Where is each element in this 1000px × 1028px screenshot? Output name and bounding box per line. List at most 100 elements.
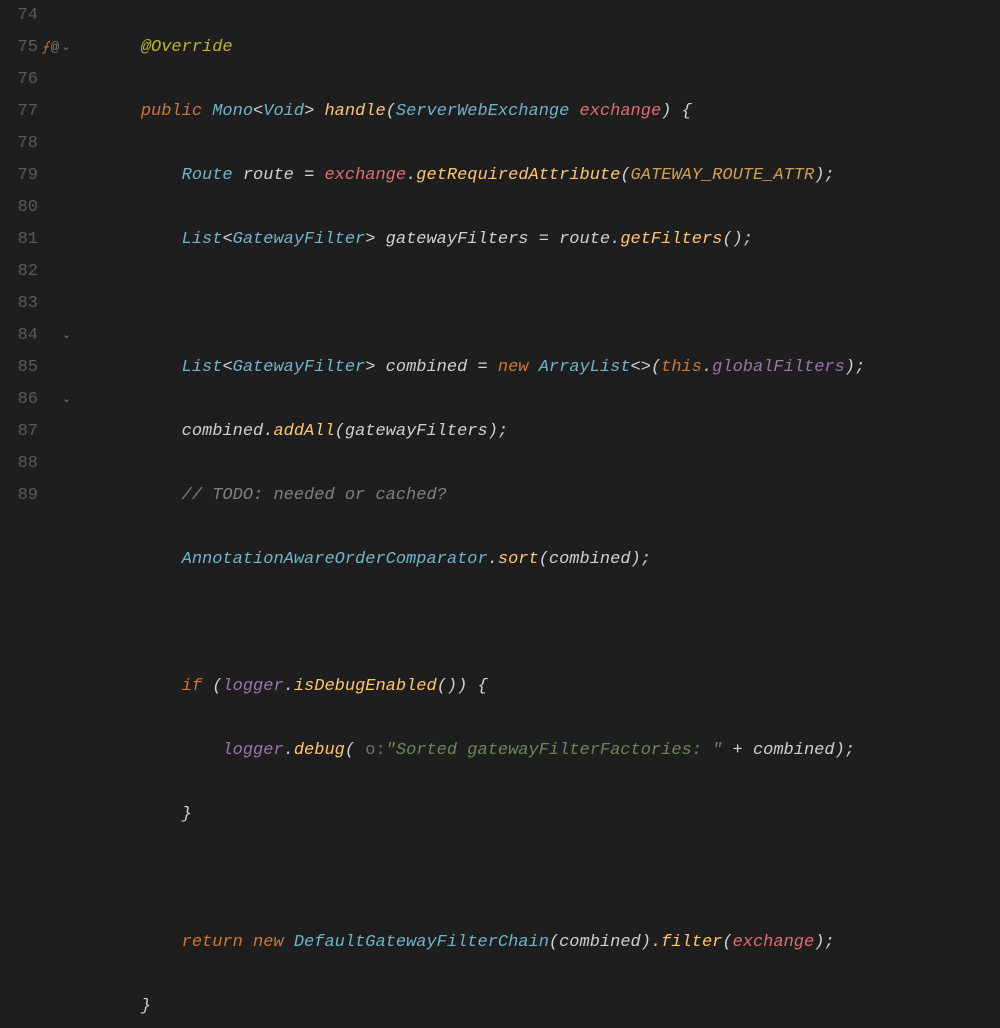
- gutter-row[interactable]: 80: [0, 192, 92, 224]
- method-call: debug: [294, 741, 345, 760]
- keyword: return: [182, 933, 243, 952]
- type: Route: [182, 166, 233, 185]
- line-number: 76: [8, 64, 38, 96]
- method-call: filter: [661, 933, 722, 952]
- line-number: 88: [8, 448, 38, 480]
- type: Mono: [212, 102, 253, 121]
- code-line[interactable]: public Mono<Void> handle(ServerWebExchan…: [100, 96, 1000, 128]
- variable: route: [243, 166, 294, 185]
- type: DefaultGatewayFilterChain: [294, 933, 549, 952]
- fold-icon[interactable]: ⌄: [61, 38, 70, 59]
- argument: exchange: [733, 933, 815, 952]
- brace: }: [141, 997, 151, 1016]
- code-line[interactable]: }: [100, 991, 1000, 1023]
- annotation: @Override: [141, 38, 233, 57]
- implementation-icon[interactable]: ⨍: [42, 36, 49, 60]
- method-call: isDebugEnabled: [294, 677, 437, 696]
- parameter-hint: o:: [365, 741, 385, 760]
- type: GatewayFilter: [233, 230, 366, 249]
- fold-icon[interactable]: ⌄: [62, 326, 71, 347]
- code-line[interactable]: Route route = exchange.getRequiredAttrib…: [100, 160, 1000, 192]
- identifier: logger: [222, 741, 283, 760]
- method-call: getFilters: [620, 230, 722, 249]
- parameter: exchange: [580, 102, 662, 121]
- line-number: 82: [8, 256, 38, 288]
- field: globalFilters: [712, 358, 845, 377]
- type: List: [182, 230, 223, 249]
- argument: combined: [753, 741, 835, 760]
- constant: GATEWAY_ROUTE_ATTR: [631, 166, 815, 185]
- code-line[interactable]: [100, 288, 1000, 320]
- method-call: sort: [498, 550, 539, 569]
- code-line[interactable]: logger.debug( o:"Sorted gatewayFilterFac…: [100, 735, 1000, 767]
- gutter-row[interactable]: 89: [0, 480, 92, 512]
- operator: =: [304, 166, 314, 185]
- comment: // TODO: needed or cached?: [182, 486, 447, 505]
- type: ArrayList: [539, 358, 631, 377]
- gutter-row[interactable]: 83: [0, 288, 92, 320]
- gutter: 74 75⨍@⌄ 76 77 78 79 80 81 82 83 84⌄ 85 …: [0, 0, 100, 514]
- code-line[interactable]: AnnotationAwareOrderComparator.sort(comb…: [100, 544, 1000, 576]
- line-number: 80: [8, 192, 38, 224]
- variable: gatewayFilters: [386, 230, 529, 249]
- code-line[interactable]: List<GatewayFilter> gatewayFilters = rou…: [100, 224, 1000, 256]
- brace: }: [182, 805, 192, 824]
- brace: {: [682, 102, 692, 121]
- identifier: logger: [222, 677, 283, 696]
- method-call: getRequiredAttribute: [416, 166, 620, 185]
- gutter-row[interactable]: 86⌄: [0, 384, 92, 416]
- keyword: new: [253, 933, 284, 952]
- line-number: 75: [8, 32, 38, 64]
- argument: combined: [549, 550, 631, 569]
- line-number: 83: [8, 288, 38, 320]
- line-number: 74: [8, 0, 38, 32]
- gutter-row[interactable]: 84 ⌄: [0, 320, 92, 352]
- keyword: public: [141, 102, 202, 121]
- type: GatewayFilter: [233, 358, 366, 377]
- argument: gatewayFilters: [345, 422, 488, 441]
- line-number: 78: [8, 128, 38, 160]
- argument: combined: [559, 933, 641, 952]
- method-call: addAll: [273, 422, 334, 441]
- code-line[interactable]: combined.addAll(gatewayFilters);: [100, 416, 1000, 448]
- code-line[interactable]: if (logger.isDebugEnabled()) {: [100, 671, 1000, 703]
- code-line[interactable]: List<GatewayFilter> combined = new Array…: [100, 352, 1000, 384]
- type: ServerWebExchange: [396, 102, 569, 121]
- keyword: this: [661, 358, 702, 377]
- gutter-row[interactable]: 87: [0, 416, 92, 448]
- code-area[interactable]: @Override public Mono<Void> handle(Serve…: [100, 0, 1000, 514]
- line-number: 89: [8, 480, 38, 512]
- gutter-row[interactable]: 77: [0, 96, 92, 128]
- type: Void: [263, 102, 304, 121]
- variable: combined: [386, 358, 468, 377]
- gutter-row[interactable]: 75⨍@⌄: [0, 32, 92, 64]
- line-number: 77: [8, 96, 38, 128]
- gutter-row[interactable]: 79: [0, 160, 92, 192]
- code-editor: 74 75⨍@⌄ 76 77 78 79 80 81 82 83 84⌄ 85 …: [0, 0, 1000, 514]
- fold-icon[interactable]: ⌄: [62, 390, 71, 411]
- code-line[interactable]: @Override: [100, 32, 1000, 64]
- gutter-row[interactable]: 76: [0, 64, 92, 96]
- type: AnnotationAwareOrderComparator: [182, 550, 488, 569]
- gutter-row[interactable]: 74: [0, 0, 92, 32]
- identifier: exchange: [324, 166, 406, 185]
- at-icon: @: [51, 35, 59, 61]
- line-number: 87: [8, 416, 38, 448]
- code-line[interactable]: // TODO: needed or cached?: [100, 480, 1000, 512]
- line-number: 84: [8, 320, 38, 352]
- gutter-row[interactable]: 85: [0, 352, 92, 384]
- gutter-row[interactable]: 82: [0, 256, 92, 288]
- type: List: [182, 358, 223, 377]
- code-line[interactable]: }: [100, 799, 1000, 831]
- identifier: route: [559, 230, 610, 249]
- string-literal: "Sorted gatewayFilterFactories: ": [386, 741, 723, 760]
- gutter-row[interactable]: 81: [0, 224, 92, 256]
- code-line[interactable]: [100, 863, 1000, 895]
- code-line[interactable]: return new DefaultGatewayFilterChain(com…: [100, 927, 1000, 959]
- line-number: 79: [8, 160, 38, 192]
- gutter-row[interactable]: 78: [0, 128, 92, 160]
- keyword: if: [182, 677, 202, 696]
- gutter-row[interactable]: 88: [0, 448, 92, 480]
- code-line[interactable]: [100, 608, 1000, 640]
- line-number: 81: [8, 224, 38, 256]
